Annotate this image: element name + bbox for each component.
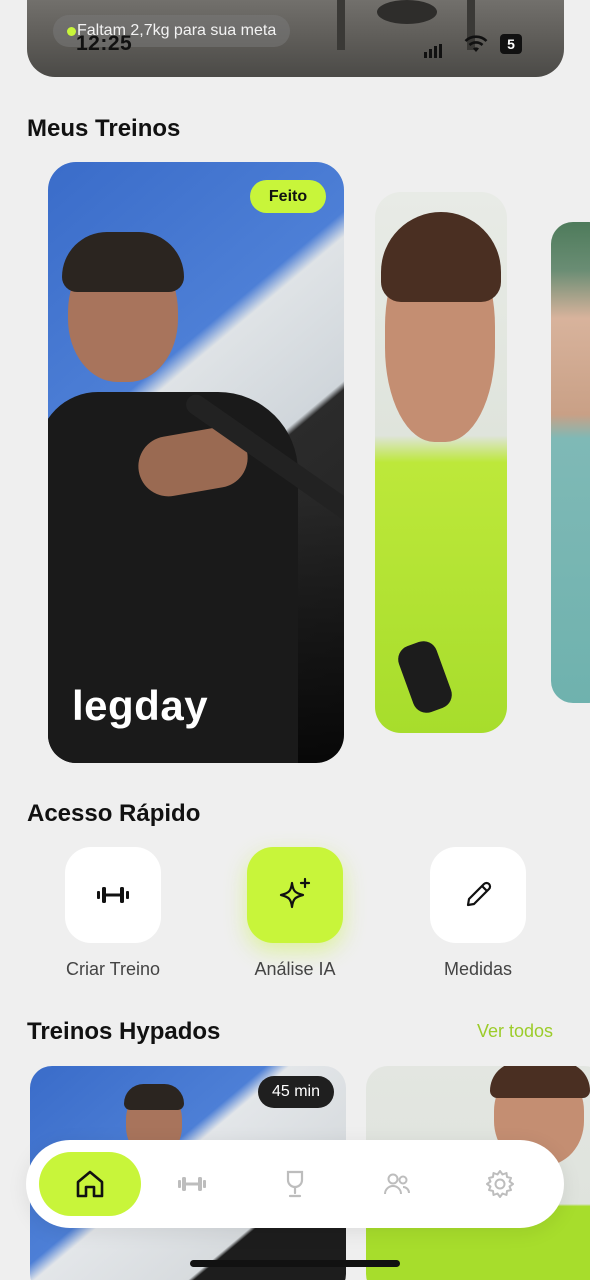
status-time: 12:25	[76, 32, 133, 55]
card-image-detail	[394, 637, 456, 717]
measurements-label: Medidas	[443, 959, 513, 979]
home-indicator	[190, 1260, 400, 1267]
nav-achievements[interactable]	[244, 1152, 346, 1216]
trophy-icon	[286, 1170, 304, 1198]
wifi-icon	[464, 35, 488, 52]
nav-settings[interactable]	[449, 1152, 551, 1216]
users-icon	[384, 1173, 410, 1195]
battery-icon: 5	[500, 34, 522, 54]
sparkle-icon	[279, 877, 311, 909]
home-icon	[76, 1170, 104, 1198]
create-workout-button[interactable]	[65, 847, 161, 943]
quick-access-title: Acesso Rápido	[27, 800, 201, 827]
my-workouts-title: Meus Treinos	[27, 115, 181, 142]
hyped-workouts-title: Treinos Hypados	[27, 1018, 221, 1045]
card-image-detail	[381, 212, 501, 302]
ai-analysis-button[interactable]	[247, 847, 343, 943]
pencil-icon	[466, 881, 492, 907]
hero-image-detail	[377, 0, 437, 24]
workout-name: legday	[72, 682, 209, 729]
workout-card[interactable]	[375, 192, 507, 733]
card-image-detail	[62, 232, 184, 292]
nav-community[interactable]	[346, 1152, 448, 1216]
dumbbell-icon	[97, 887, 129, 903]
signal-icon	[424, 40, 444, 58]
nav-home[interactable]	[39, 1152, 141, 1216]
card-image-detail	[490, 1066, 590, 1098]
done-badge: Feito	[250, 180, 326, 213]
measurements-button[interactable]	[430, 847, 526, 943]
gear-icon	[486, 1170, 514, 1198]
workout-card-legday[interactable]: Feito legday	[48, 162, 344, 763]
ai-analysis-label: Análise IA	[254, 959, 336, 979]
workout-card[interactable]	[551, 222, 590, 703]
create-workout-label: Criar Treino	[65, 959, 161, 979]
dumbbell-icon	[178, 1177, 206, 1191]
card-image-detail	[124, 1084, 184, 1110]
nav-workouts[interactable]	[141, 1152, 243, 1216]
see-all-link[interactable]: Ver todos	[477, 1021, 553, 1042]
status-bar: 12:25 5	[0, 28, 590, 58]
bottom-nav	[26, 1140, 564, 1228]
duration-badge: 45 min	[257, 1076, 334, 1108]
